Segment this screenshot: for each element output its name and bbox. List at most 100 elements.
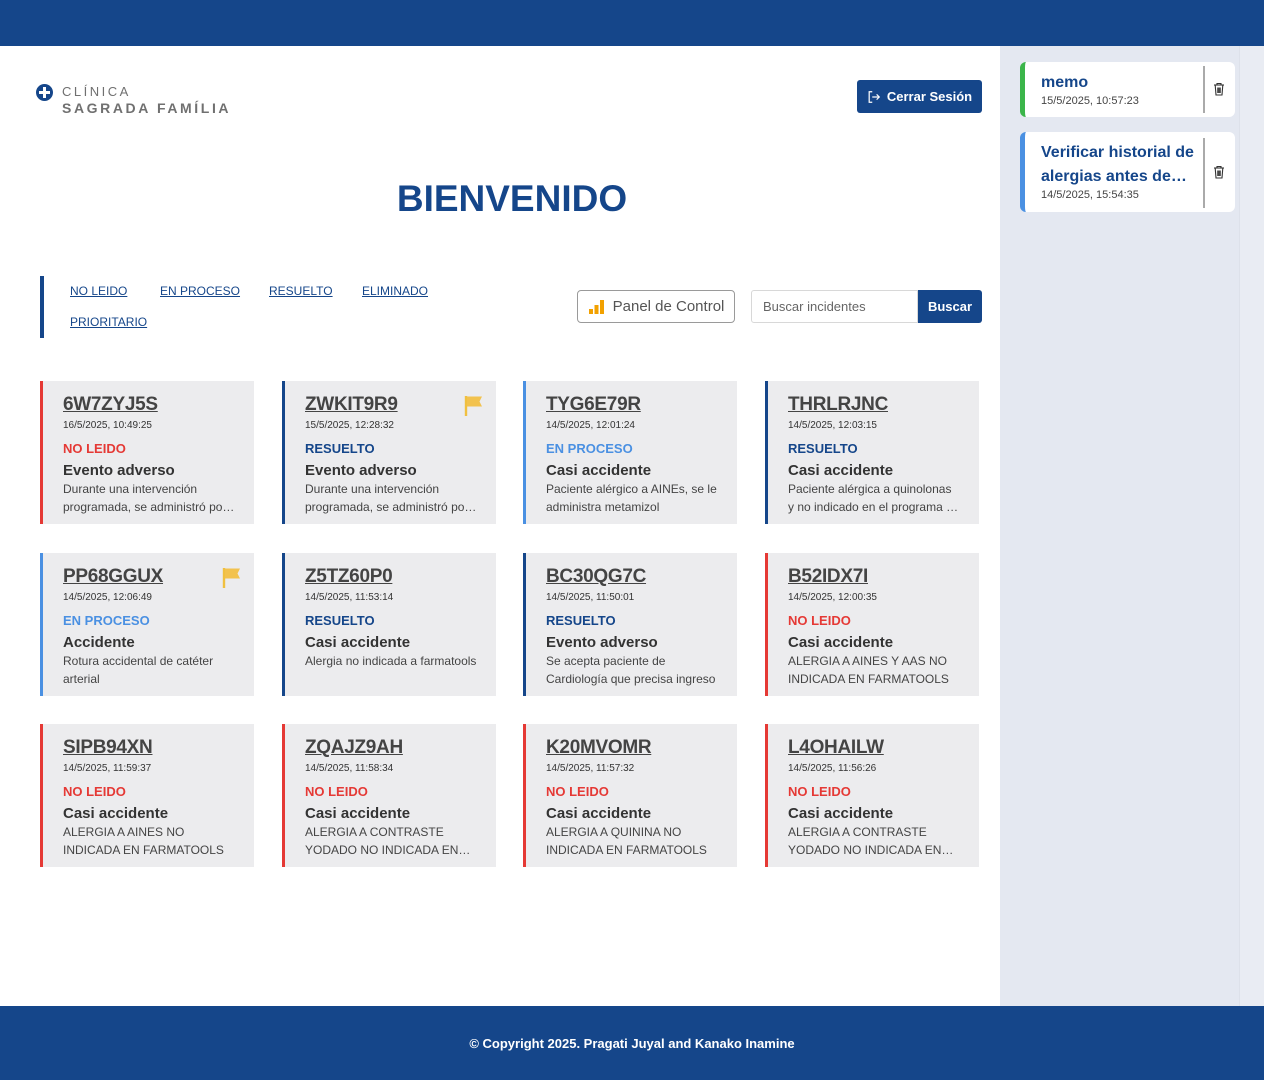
- incident-type: Casi accidente: [788, 805, 894, 822]
- incident-type: Accidente: [63, 634, 135, 651]
- incident-description: ALERGIA A CONTRASTE YODADO NO INDICADA E…: [788, 825, 942, 857]
- incident-id-link[interactable]: BC30QG7C: [546, 566, 737, 588]
- page-title: BIENVENIDO: [396, 178, 628, 219]
- incident-description: ALERGIA A CONTRASTE YODADO NO INDICADA E…: [305, 825, 459, 857]
- clinic-logo[interactable]: CLÍNICA SAGRADA FAMÍLIA: [36, 84, 231, 116]
- incident-date: 14/5/2025, 11:50:01: [546, 592, 635, 603]
- note-divider: [1203, 66, 1205, 113]
- incident-date: 14/5/2025, 12:06:49: [63, 592, 152, 603]
- sidebar-scrollbar[interactable]: [1239, 46, 1264, 1006]
- logo-line1: CLÍNICA: [62, 84, 131, 99]
- note-divider: [1203, 138, 1205, 208]
- incident-type: Evento adverso: [546, 634, 658, 651]
- trash-icon[interactable]: [1213, 165, 1225, 179]
- top-bar: [0, 0, 1264, 46]
- incident-status: EN PROCESO: [546, 441, 633, 456]
- logout-button[interactable]: Cerrar Sesión: [857, 80, 982, 113]
- incident-id-link[interactable]: THRLRJNC: [788, 394, 979, 416]
- incident-description: Alergia no indicada a farmatools: [305, 654, 477, 668]
- incident-type: Casi accidente: [788, 634, 894, 651]
- incident-id-link[interactable]: TYG6E79R: [546, 394, 737, 416]
- incident-status: NO LEIDO: [63, 441, 126, 456]
- copyright-text: © Copyright 2025. Pragati Juyal and Kana…: [469, 1035, 795, 1051]
- footer: © Copyright 2025. Pragati Juyal and Kana…: [0, 1006, 1264, 1080]
- incident-id-link[interactable]: Z5TZ60P0: [305, 566, 496, 588]
- incident-card[interactable]: THRLRJNC 14/5/2025, 12:03:15 RESUELTO Casi …: [765, 381, 979, 524]
- incident-card[interactable]: SIPB94XN 14/5/2025, 11:59:37 NO LEIDO Casi …: [40, 724, 254, 867]
- incident-id-link[interactable]: 6W7ZYJ5S: [63, 394, 254, 416]
- filter-en-proceso[interactable]: EN PROCESO: [160, 284, 240, 298]
- bar-chart-icon: [588, 300, 604, 314]
- incident-status: RESUELTO: [788, 441, 858, 456]
- note-date: 14/5/2025, 15:54:35: [1041, 189, 1139, 201]
- incident-status: NO LEIDO: [788, 613, 851, 628]
- incident-card[interactable]: 6W7ZYJ5S 16/5/2025, 10:49:25 NO LEIDO Event…: [40, 381, 254, 524]
- incident-date: 14/5/2025, 11:57:32: [546, 763, 635, 774]
- filter-eliminado[interactable]: ELIMINADO: [362, 284, 428, 298]
- incident-card[interactable]: K20MVOMR 14/5/2025, 11:57:32 NO LEIDO Casi …: [523, 724, 737, 867]
- incident-type: Casi accidente: [305, 634, 411, 651]
- incident-card[interactable]: L4OHAILW 14/5/2025, 11:56:26 NO LEIDO Casi …: [765, 724, 979, 867]
- incident-type: Casi accidente: [546, 462, 652, 479]
- search-input[interactable]: [751, 290, 918, 323]
- incident-card[interactable]: Z5TZ60P0 14/5/2025, 11:53:14 RESUELTO Casi …: [282, 553, 496, 696]
- incident-description: Durante una intervención programada, se …: [305, 482, 469, 514]
- incident-card[interactable]: B52IDX7I 14/5/2025, 12:00:35 NO LEIDO Casi …: [765, 553, 979, 696]
- incident-status: RESUELTO: [546, 613, 616, 628]
- incident-date: 14/5/2025, 11:53:14: [305, 592, 394, 603]
- incident-id-link[interactable]: L4OHAILW: [788, 737, 979, 759]
- incident-description: ALERGIA A QUININA NO INDICADA EN FARMATO…: [546, 825, 707, 857]
- incident-status: NO LEIDO: [788, 784, 851, 799]
- filter-prioritario[interactable]: PRIORITARIO: [70, 315, 147, 329]
- incident-date: 14/5/2025, 11:56:26: [788, 763, 877, 774]
- incident-card[interactable]: PP68GGUX 14/5/2025, 12:06:49 EN PROCESO Acc…: [40, 553, 254, 696]
- incident-description: Paciente alérgico a AINEs, se le adminis…: [546, 482, 717, 514]
- incident-description: ALERGIA A AINES Y AAS NO INDICADA EN FAR…: [788, 654, 949, 686]
- note-card[interactable]: Verificar historial de alergias antes de…: [1020, 132, 1235, 212]
- incident-date: 16/5/2025, 10:49:25: [63, 420, 152, 431]
- incident-id-link[interactable]: ZQAJZ9AH: [305, 737, 496, 759]
- incident-status: NO LEIDO: [546, 784, 609, 799]
- incident-card[interactable]: ZWKIT9R9 15/5/2025, 12:28:32 RESUELTO Event…: [282, 381, 496, 524]
- cross-logo-icon: [36, 84, 53, 101]
- incident-description: Paciente alérgica a quinolonas y no indi…: [788, 482, 960, 514]
- incident-date: 14/5/2025, 12:03:15: [788, 420, 877, 431]
- incident-card[interactable]: TYG6E79R 14/5/2025, 12:01:24 EN PROCESO Cas…: [523, 381, 737, 524]
- incident-description: Rotura accidental de catéter arterial: [63, 654, 214, 686]
- incident-type: Casi accidente: [788, 462, 894, 479]
- trash-icon[interactable]: [1213, 82, 1225, 96]
- incident-type: Casi accidente: [546, 805, 652, 822]
- incident-type: Casi accidente: [63, 805, 169, 822]
- note-date: 15/5/2025, 10:57:23: [1041, 95, 1139, 107]
- incident-id-link[interactable]: SIPB94XN: [63, 737, 254, 759]
- filter-resuelto[interactable]: RESUELTO: [269, 284, 333, 298]
- incident-date: 14/5/2025, 12:00:35: [788, 592, 877, 603]
- incident-date: 14/5/2025, 11:59:37: [63, 763, 152, 774]
- incident-type: Casi accidente: [305, 805, 411, 822]
- incident-id-link[interactable]: K20MVOMR: [546, 737, 737, 759]
- incident-status: RESUELTO: [305, 441, 375, 456]
- incident-date: 14/5/2025, 11:58:34: [305, 763, 394, 774]
- control-panel-label: Panel de Control: [612, 298, 725, 315]
- control-panel-button[interactable]: Panel de Control: [577, 290, 735, 323]
- note-title: memo: [1041, 74, 1089, 91]
- incident-status: RESUELTO: [305, 613, 375, 628]
- incident-status: NO LEIDO: [305, 784, 368, 799]
- filter-no-leido[interactable]: NO LEIDO: [70, 284, 127, 298]
- search-button[interactable]: Buscar: [918, 290, 982, 323]
- note-title: Verificar historial de alergias antes de…: [1041, 144, 1194, 185]
- priority-flag-icon: [222, 568, 240, 588]
- incident-date: 15/5/2025, 12:28:32: [305, 420, 394, 431]
- incident-status: EN PROCESO: [63, 613, 150, 628]
- incident-description: Se acepta paciente de Cardiología que pr…: [546, 654, 716, 686]
- logo-line2: SAGRADA FAMÍLIA: [62, 100, 232, 116]
- incident-description: Durante una intervención programada, se …: [63, 482, 227, 514]
- incident-card[interactable]: BC30QG7C 14/5/2025, 11:50:01 RESUELTO Event…: [523, 553, 737, 696]
- note-card[interactable]: memo 15/5/2025, 10:57:23: [1020, 62, 1235, 117]
- status-filter-nav: NO LEIDO EN PROCESO RESUELTO ELIMINADO P…: [40, 276, 464, 338]
- incident-id-link[interactable]: B52IDX7I: [788, 566, 979, 588]
- incident-type: Evento adverso: [305, 462, 417, 479]
- priority-flag-icon: [464, 396, 482, 416]
- incident-status: NO LEIDO: [63, 784, 126, 799]
- incident-card[interactable]: ZQAJZ9AH 14/5/2025, 11:58:34 NO LEIDO Casi …: [282, 724, 496, 867]
